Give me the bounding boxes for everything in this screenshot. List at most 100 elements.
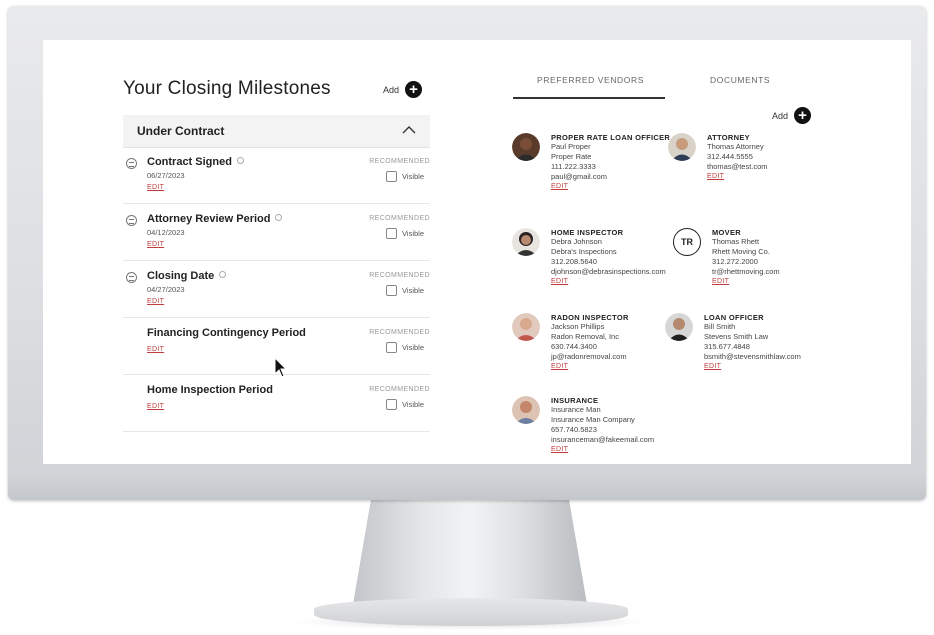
milestone-date: 06/27/2023 xyxy=(147,171,185,180)
vendor-email: thomas@test.com xyxy=(707,162,768,171)
milestone-name: Financing Contingency Period xyxy=(147,327,306,339)
visible-toggle[interactable]: Visible xyxy=(386,342,424,353)
vendor-avatar xyxy=(512,396,540,424)
edit-link[interactable]: EDIT xyxy=(712,277,887,287)
tab-documents[interactable]: DOCUMENTS xyxy=(710,75,770,85)
recommended-label: RECOMMENDED xyxy=(369,329,430,336)
edit-link[interactable]: EDIT xyxy=(551,445,726,455)
vendor-avatar xyxy=(512,133,540,161)
vendor-name: Jackson Phillips xyxy=(551,322,605,331)
recommended-label: RECOMMENDED xyxy=(369,215,430,222)
vendor-avatar xyxy=(665,313,693,341)
vendor-company: Rhett Moving Co. xyxy=(712,247,770,256)
recommended-label: RECOMMENDED xyxy=(369,272,430,279)
visible-toggle[interactable]: Visible xyxy=(386,285,424,296)
vendor-info: RADON INSPECTOR Jackson Phillips Radon R… xyxy=(551,313,726,372)
vendor-phone: 312.272.2000 xyxy=(712,257,758,266)
edit-link[interactable]: EDIT xyxy=(147,346,164,353)
milestone-name-text: Closing Date xyxy=(147,270,215,282)
visible-checkbox[interactable] xyxy=(386,399,398,410)
vendor-phone: 630.744.3400 xyxy=(551,342,597,351)
milestone-list: Contract Signed 06/27/2023 EDIT RECOMMEN… xyxy=(123,147,430,432)
section-under-contract[interactable]: Under Contract xyxy=(123,115,430,148)
edit-link[interactable]: EDIT xyxy=(147,241,164,248)
vendor-name: Insurance Man xyxy=(551,405,601,414)
milestone-name: Home Inspection Period xyxy=(147,384,273,396)
vendor-company: Stevens Smith Law xyxy=(704,332,769,341)
add-vendor-label[interactable]: Add xyxy=(772,111,788,121)
vendor-name: Bill Smith xyxy=(704,322,736,331)
vendor-phone: 657.740.5823 xyxy=(551,425,597,434)
vendor-initials-avatar: TR xyxy=(673,228,701,256)
monitor-stand xyxy=(352,500,588,610)
edit-link[interactable]: EDIT xyxy=(147,184,164,191)
add-vendor-control[interactable]: Add + xyxy=(772,107,812,124)
vendor-company: Proper Rate xyxy=(551,152,592,161)
vendor-name: Thomas Rhett xyxy=(712,237,760,246)
vendor-role: ATTORNEY xyxy=(707,133,750,142)
add-milestone-label[interactable]: Add xyxy=(383,85,399,95)
milestone-name: Closing Date xyxy=(147,270,227,282)
milestone-home-inspection: Home Inspection Period EDIT RECOMMENDED … xyxy=(123,375,430,432)
edit-link[interactable]: EDIT xyxy=(551,277,726,287)
visible-toggle[interactable]: Visible xyxy=(386,171,424,182)
edit-link[interactable]: EDIT xyxy=(147,298,164,305)
vendor-info: LOAN OFFICER Bill Smith Stevens Smith La… xyxy=(704,313,879,372)
recommended-label: RECOMMENDED xyxy=(369,386,430,393)
visible-checkbox[interactable] xyxy=(386,285,398,296)
visible-toggle[interactable]: Visible xyxy=(386,228,424,239)
milestone-date: 04/27/2023 xyxy=(147,285,185,294)
monitor-chin xyxy=(8,470,926,500)
section-title: Under Contract xyxy=(137,124,225,138)
edit-link[interactable]: EDIT xyxy=(704,362,879,372)
visible-label: Visible xyxy=(402,343,424,352)
milestone-name: Attorney Review Period xyxy=(147,213,283,225)
milestones-title: Your Closing Milestones xyxy=(123,78,331,99)
vendor-avatar xyxy=(668,133,696,161)
vendor-company: Debra's Inspections xyxy=(551,247,617,256)
visible-label: Visible xyxy=(402,172,424,181)
visible-checkbox[interactable] xyxy=(386,228,398,239)
vendor-email: tr@rhettmoving.com xyxy=(712,267,780,276)
visible-label: Visible xyxy=(402,229,424,238)
vendor-phone: 111.222.3333 xyxy=(551,162,596,171)
visible-label: Visible xyxy=(402,400,424,409)
vendor-phone: 312.444.5555 xyxy=(707,152,753,161)
milestone-name-text: Contract Signed xyxy=(147,156,232,168)
add-milestone-button[interactable]: + xyxy=(405,81,423,98)
milestone-contract-signed: Contract Signed 06/27/2023 EDIT RECOMMEN… xyxy=(123,147,430,204)
chevron-up-icon[interactable] xyxy=(402,125,416,135)
vendor-email: paul@gmail.com xyxy=(551,172,607,181)
info-icon[interactable] xyxy=(219,271,227,278)
vendor-email: djohnson@debrasinspections.com xyxy=(551,267,666,276)
visible-checkbox[interactable] xyxy=(386,171,398,182)
calendar-icon xyxy=(126,215,137,226)
add-milestone-control[interactable]: Add + xyxy=(383,81,423,98)
vendor-phone: 312.208.5640 xyxy=(551,257,597,266)
vendor-name: Paul Proper xyxy=(551,142,591,151)
edit-link[interactable]: EDIT xyxy=(707,172,882,182)
milestone-name-text: Attorney Review Period xyxy=(147,213,271,225)
visible-toggle[interactable]: Visible xyxy=(386,399,424,410)
screen: Your Closing Milestones Add + Under Cont… xyxy=(43,40,911,464)
vendor-company: Insurance Man Company xyxy=(551,415,635,424)
vendor-info: ATTORNEY Thomas Attorney 312.444.5555 th… xyxy=(707,133,882,182)
tab-preferred-vendors[interactable]: PREFERRED VENDORS xyxy=(537,75,644,85)
add-vendor-button[interactable]: + xyxy=(794,107,812,124)
vendor-role: RADON INSPECTOR xyxy=(551,313,629,322)
edit-link[interactable]: EDIT xyxy=(551,362,726,372)
info-icon[interactable] xyxy=(275,214,283,221)
vendor-role: LOAN OFFICER xyxy=(704,313,764,322)
calendar-icon xyxy=(126,272,137,283)
edit-link[interactable]: EDIT xyxy=(147,403,164,410)
visible-checkbox[interactable] xyxy=(386,342,398,353)
recommended-label: RECOMMENDED xyxy=(369,158,430,165)
calendar-icon xyxy=(126,158,137,169)
info-icon[interactable] xyxy=(236,157,244,164)
vendor-info: MOVER Thomas Rhett Rhett Moving Co. 312.… xyxy=(712,228,887,287)
vendor-phone: 315.677.4848 xyxy=(704,342,750,351)
vendor-role: PROPER RATE LOAN OFFICER xyxy=(551,133,671,142)
edit-link[interactable]: EDIT xyxy=(551,182,726,192)
milestone-name: Contract Signed xyxy=(147,156,244,168)
vendor-tabs: PREFERRED VENDORS DOCUMENTS xyxy=(513,75,833,101)
